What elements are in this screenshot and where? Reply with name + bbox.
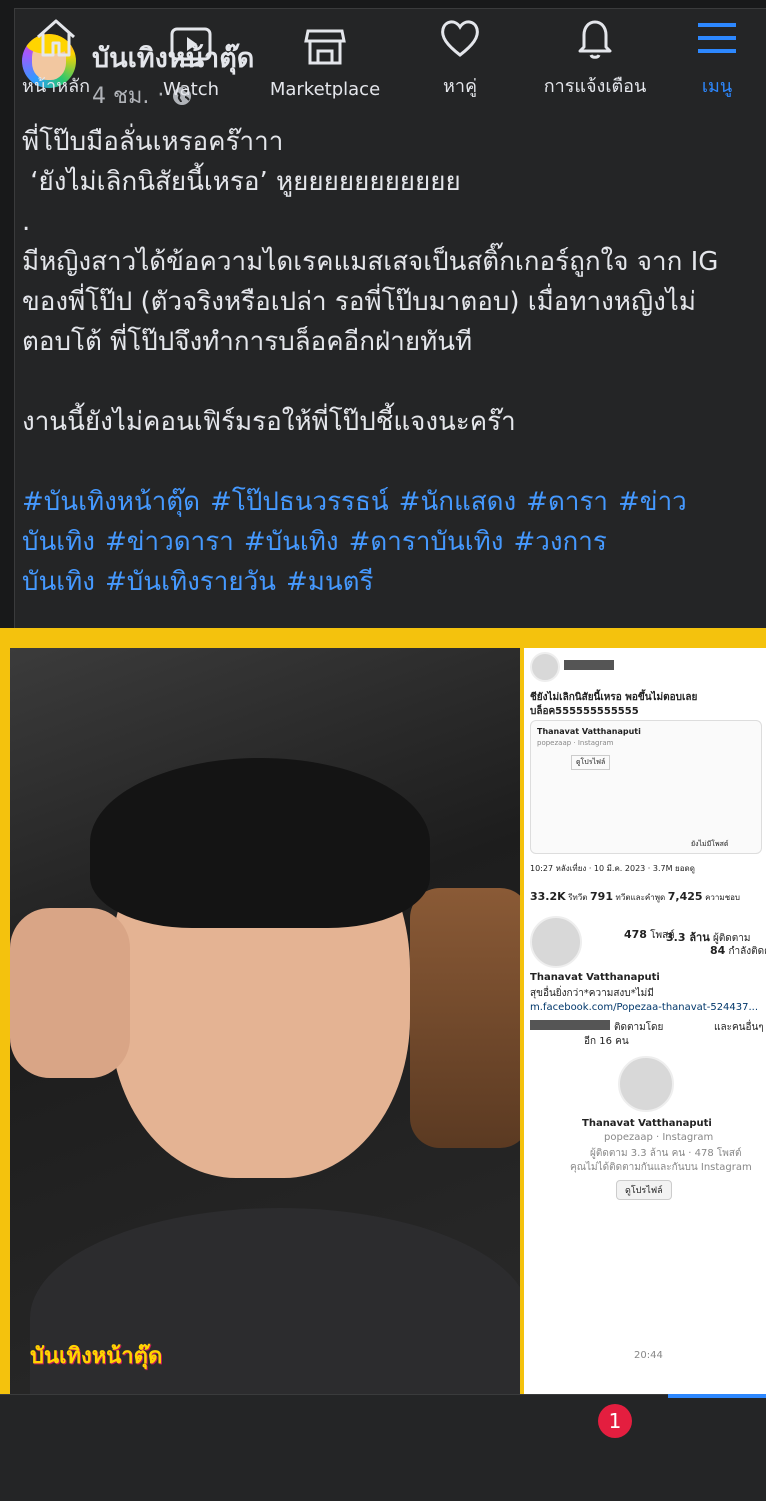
watermark-logo: บันเทิงหน้าตุ๊ด bbox=[30, 1338, 162, 1373]
ig-profile-avatar bbox=[530, 916, 582, 968]
card-status: ยังไม่มีโพสต์ bbox=[691, 839, 728, 850]
body-line bbox=[22, 362, 742, 402]
retweets-label: รีทวีต bbox=[568, 893, 587, 902]
hashtag-link[interactable]: #ดาราบันเทิง bbox=[349, 527, 504, 557]
quotes-label: ทวีตและคำพูด bbox=[616, 893, 666, 902]
likes-count: 7,425 bbox=[668, 890, 703, 903]
posts-count: 478 bbox=[624, 928, 647, 941]
hashtag-link[interactable]: #มนตรี bbox=[286, 567, 374, 597]
card-name: Thanavat Vatthanaputi bbox=[537, 727, 641, 736]
post-photo[interactable]: บันเทิงหน้าตุ๊ด bbox=[10, 648, 520, 1394]
followed-count: อีก 16 คน bbox=[584, 1034, 629, 1049]
dm-profile-handle: popezaap · Instagram bbox=[604, 1132, 713, 1143]
hashtag-link[interactable]: #บันเทิงหน้าตุ๊ด bbox=[22, 487, 200, 517]
menu-icon bbox=[694, 15, 740, 61]
nav-notifications[interactable]: การแจ้งเตือน bbox=[532, 0, 658, 106]
dm-profile-avatar bbox=[618, 1056, 674, 1112]
quotes-count: 791 bbox=[590, 890, 613, 903]
home-icon bbox=[33, 15, 79, 61]
nav-label: การแจ้งเตือน bbox=[544, 71, 647, 100]
nav-label: หน้าหลัก bbox=[22, 71, 90, 100]
nav-label: เมนู bbox=[702, 71, 732, 100]
person-hair bbox=[90, 758, 430, 928]
nav-dating[interactable]: หาคู่ bbox=[404, 0, 516, 106]
retweets-count: 33.2K bbox=[530, 890, 566, 903]
tweet-text: บล็อค555555555555 bbox=[530, 704, 639, 719]
body-line: มีหญิงสาวได้ข้อความไดเรคแมสเสจเป็นสติ๊กเ… bbox=[22, 242, 742, 362]
bell-icon bbox=[572, 15, 618, 61]
watch-icon bbox=[168, 23, 214, 69]
hashtag-link[interactable]: #ดารา bbox=[526, 487, 608, 517]
likes-label: ความชอบ bbox=[705, 893, 740, 902]
following-stat: 84 กำลังติดตาม bbox=[710, 944, 766, 959]
hashtag-link[interactable]: #โป๊ปธนวรรธน์ bbox=[210, 487, 389, 517]
card-handle: popezaap · Instagram bbox=[537, 739, 613, 747]
post-body: พี่โป๊บมือลั่นเหรอคร๊าาา ‘ยังไม่เลิกนิสั… bbox=[22, 122, 742, 442]
body-line: พี่โป๊บมือลั่นเหรอคร๊าาา bbox=[22, 122, 742, 162]
dm-profile-name: Thanavat Vatthanaputi bbox=[582, 1118, 712, 1129]
nav-watch[interactable]: Watch bbox=[135, 0, 247, 106]
hashtag-link[interactable]: #บันเทิง bbox=[244, 527, 339, 557]
followed-by: ติดตามโดย bbox=[614, 1020, 663, 1035]
hashtag-link[interactable]: #บันเทิงรายวัน bbox=[105, 567, 276, 597]
following-label: กำลังติดตาม bbox=[729, 946, 766, 957]
dm-time: 20:44 bbox=[634, 1350, 663, 1361]
body-line: . bbox=[22, 202, 742, 242]
nav-marketplace[interactable]: Marketplace bbox=[262, 0, 388, 106]
tweet-meta: 10:27 หลังเที่ยง · 10 มี.ค. 2023 · 3.7M … bbox=[530, 862, 695, 875]
embedded-screenshot: ชียังไม่เลิกนิสัยนี้เหรอ พอขึ้นไม่ตอบเลย… bbox=[524, 648, 766, 1394]
following-count: 84 bbox=[710, 944, 725, 957]
dm-profile-stats: ผู้ติดตาม 3.3 ล้าน คน · 478 โพสต์ bbox=[590, 1146, 741, 1161]
redacted-name bbox=[564, 660, 614, 670]
followed-by-more: และคนอื่นๆ bbox=[714, 1020, 764, 1035]
nav-home[interactable]: หน้าหลัก bbox=[0, 0, 112, 106]
bottom-nav-bar bbox=[0, 1394, 766, 1501]
followers-count: 3.3 ล้าน bbox=[666, 931, 710, 944]
dm-profile-note: คุณไม่ได้ติดตามกันและกันบน Instagram bbox=[570, 1160, 752, 1175]
marketplace-icon bbox=[302, 23, 348, 69]
ig-profile-bio: สุขอื่นยิ่งกว่า*ความสงบ*ไม่มี bbox=[530, 986, 654, 1001]
tweet-text: ชียังไม่เลิกนิสัยนี้เหรอ พอขึ้นไม่ตอบเลย bbox=[530, 690, 697, 705]
active-tab-indicator bbox=[668, 1394, 766, 1398]
tweet-stats: 33.2K รีทวีต 791 ทวีตและคำพูด 7,425 ความ… bbox=[530, 890, 740, 904]
car-seat bbox=[410, 888, 520, 1148]
nav-menu[interactable]: เมนู bbox=[668, 0, 766, 106]
hashtag-link[interactable]: #ข่าวดารา bbox=[105, 527, 234, 557]
notification-badge: 1 bbox=[598, 1404, 632, 1438]
redacted-followers bbox=[530, 1020, 610, 1030]
body-line: งานนี้ยังไม่คอนเฟิร์มรอให้พี่โป๊ปชี้แจงน… bbox=[22, 402, 742, 442]
nav-label: Marketplace bbox=[270, 79, 380, 100]
followers-label: ผู้ติดตาม bbox=[713, 933, 751, 944]
person-arm bbox=[10, 908, 130, 1078]
hashtag-list: #บันเทิงหน้าตุ๊ด #โป๊ปธนวรรธน์ #นักแสดง #ดา… bbox=[22, 482, 742, 602]
ig-share-card: Thanavat Vatthanaputi popezaap · Instagr… bbox=[530, 720, 762, 854]
nav-label: Watch bbox=[163, 79, 219, 100]
ig-profile-link: m.facebook.com/Popezaa-thanavat-524437..… bbox=[530, 1002, 758, 1013]
dating-heart-icon bbox=[437, 15, 483, 61]
body-line: ‘ยังไม่เลิกนิสัยนี้เหรอ’ หูยยยยยยยยยยย bbox=[22, 162, 742, 202]
card-button: ดูโปรไฟล์ bbox=[571, 755, 610, 770]
hashtag-link[interactable]: #นักแสดง bbox=[399, 487, 517, 517]
nav-label: หาคู่ bbox=[443, 71, 477, 100]
ig-profile-name: Thanavat Vatthanaputi bbox=[530, 972, 660, 983]
dm-view-profile-button: ดูโปรไฟล์ bbox=[616, 1180, 672, 1200]
tweet-avatar bbox=[530, 652, 560, 682]
